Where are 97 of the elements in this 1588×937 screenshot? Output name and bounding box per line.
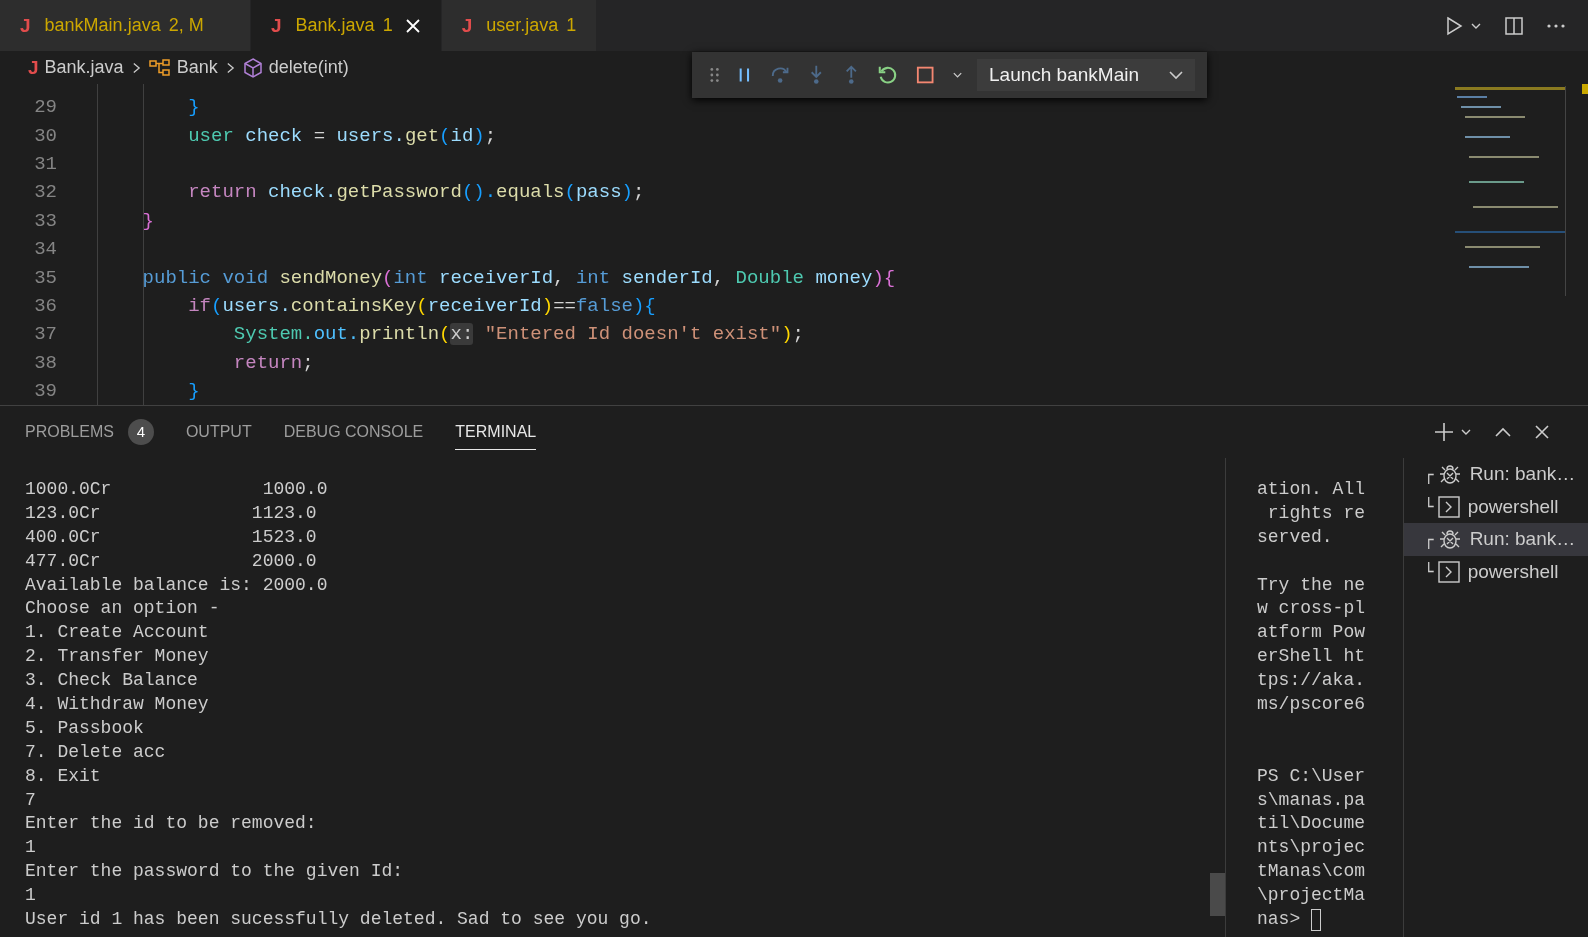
java-icon: J [461, 14, 473, 37]
editor-tab[interactable]: J user.java 1 [441, 0, 598, 51]
line-number: 31 [33, 152, 57, 175]
breadcrumb-item[interactable]: delete(int) [268, 57, 349, 78]
class-icon [148, 58, 171, 77]
panel-tab[interactable]: TERMINAL [455, 414, 537, 450]
bug-icon [1437, 527, 1462, 552]
panel-tab[interactable]: DEBUG CONSOLE [283, 414, 424, 450]
breadcrumb-item[interactable]: Bank.java [44, 57, 124, 78]
terminal-line: 7 [25, 788, 37, 812]
chevron-right-icon [131, 60, 141, 75]
terminal-line: 2. Transfer Money [25, 645, 210, 669]
terminal-list-item[interactable]: ┌ Run: bank… [1404, 523, 1588, 556]
terminal-line: 5. Passbook [25, 716, 145, 740]
code-line: System.out.println(x: "Entered Id doesn't exist"); [232, 323, 804, 346]
terminal-line: 477.0Cr 2000.0 [25, 549, 318, 573]
terminal-cursor [1311, 908, 1321, 931]
editor-tab[interactable]: J Bank.java 1 [251, 0, 442, 51]
terminal-line: erShell ht [1257, 646, 1366, 667]
terminal-line: 1 [25, 884, 37, 908]
terminal-line: 1. Create Account [25, 621, 210, 645]
terminal-line: atform Pow [1257, 622, 1366, 643]
terminal-list-item[interactable]: └ powershell [1404, 555, 1588, 588]
java-icon: J [20, 14, 31, 37]
terminal-line: w cross-pl [1257, 598, 1366, 619]
launch-config-dropdown[interactable]: Launch bankMain [977, 59, 1195, 91]
terminal-line: s\manas.pa [1257, 789, 1366, 810]
code-line: return check.getPassword().equals(pass); [187, 181, 645, 204]
overview-ruler-mark [1582, 84, 1588, 94]
line-number: 29 [33, 96, 57, 119]
drag-handle-icon[interactable] [710, 67, 720, 83]
terminal-list-item[interactable]: └ powershell [1404, 490, 1588, 523]
code-line: return; [232, 351, 314, 374]
line-number: 34 [33, 238, 57, 261]
terminal-line: nas> [1257, 908, 1302, 932]
chevron-up-icon[interactable] [1494, 426, 1512, 438]
terminal-line: rights re [1266, 502, 1366, 523]
terminal-list-item[interactable]: ┌ Run: bank… [1404, 458, 1588, 491]
terminal-line: 4. Withdraw Money [25, 693, 210, 716]
terminal-line: til\Docume [1257, 813, 1366, 834]
line-number: 38 [33, 351, 57, 374]
terminal-line: 1000.0Cr 1000.0 [25, 478, 329, 501]
code-line: public void sendMoney(int receiverId, int senderId, Double money){ [141, 266, 896, 289]
panel-tab[interactable]: PROBLEMS 4 [25, 414, 154, 450]
line-number: 36 [33, 294, 57, 317]
problem-count: 4 [127, 418, 154, 445]
terminal-line: 3. Check Balance [25, 669, 199, 693]
java-icon: J [271, 14, 282, 37]
chevron-right-icon [225, 60, 235, 75]
terminal-line: Available balance is: 2000.0 [25, 573, 329, 597]
restart-icon[interactable] [877, 64, 898, 86]
line-number: 37 [33, 323, 57, 346]
bug-icon [1437, 462, 1462, 487]
terminal-line: tManas\com [1257, 861, 1366, 882]
close-icon[interactable] [1534, 424, 1550, 440]
terminal-line: 400.0Cr 1523.0 [25, 525, 318, 549]
chevron-down-icon [1169, 70, 1183, 80]
terminal-line: PS C:\User [1257, 765, 1366, 786]
scrollbar-thumb[interactable] [1210, 873, 1225, 916]
terminal-line: 7. Delete acc [25, 740, 167, 764]
terminal-icon [1437, 495, 1460, 518]
terminal-line: 8. Exit [25, 764, 102, 788]
terminal-line: ms/pscore6 [1257, 694, 1366, 714]
java-icon: J [28, 56, 39, 79]
terminal-line: served. [1257, 526, 1333, 547]
code-line: } [141, 209, 154, 232]
terminal-line: Choose an option - [25, 597, 221, 621]
plus-icon[interactable] [1434, 422, 1454, 442]
more-icon[interactable] [1546, 22, 1566, 29]
terminal-line: Try the ne [1257, 574, 1366, 595]
terminal-line: Enter the id to be removed: [25, 812, 318, 836]
terminal-line: tps://aka. [1257, 670, 1366, 691]
line-number: 33 [33, 209, 57, 232]
terminal-line: 1 [25, 836, 37, 860]
terminal-icon [1437, 560, 1460, 583]
split-editor-icon[interactable] [1504, 15, 1524, 36]
terminal-line: User id 1 has been sucessfully deleted. Sad to see you go. [25, 908, 653, 932]
breadcrumb-item[interactable]: Bank [176, 57, 218, 78]
line-number: 30 [33, 124, 57, 147]
run-icon[interactable] [1444, 15, 1464, 36]
terminal-line: \projectMa [1257, 885, 1366, 906]
line-number: 35 [33, 266, 57, 289]
terminal-line: nts\projec [1257, 837, 1366, 858]
stop-icon[interactable] [915, 65, 934, 85]
code-line: } [187, 96, 200, 119]
line-number: 32 [33, 181, 57, 204]
cube-icon [242, 57, 263, 78]
code-line: user check = users.get(id); [187, 124, 497, 147]
pause-icon[interactable] [737, 66, 752, 84]
terminal-line: Enter the password to the given Id: [25, 860, 405, 884]
code-line: if(users.containsKey(receiverId)==false){ [187, 294, 656, 317]
panel-tab[interactable]: OUTPUT [185, 414, 252, 450]
editor-tab[interactable]: J bankMain.java 2, M [0, 0, 251, 51]
terminal-line: 123.0Cr 1123.0 [25, 501, 318, 525]
code-line: } [187, 380, 200, 403]
terminal-line: ation. All [1257, 479, 1366, 499]
line-number: 39 [33, 380, 57, 403]
